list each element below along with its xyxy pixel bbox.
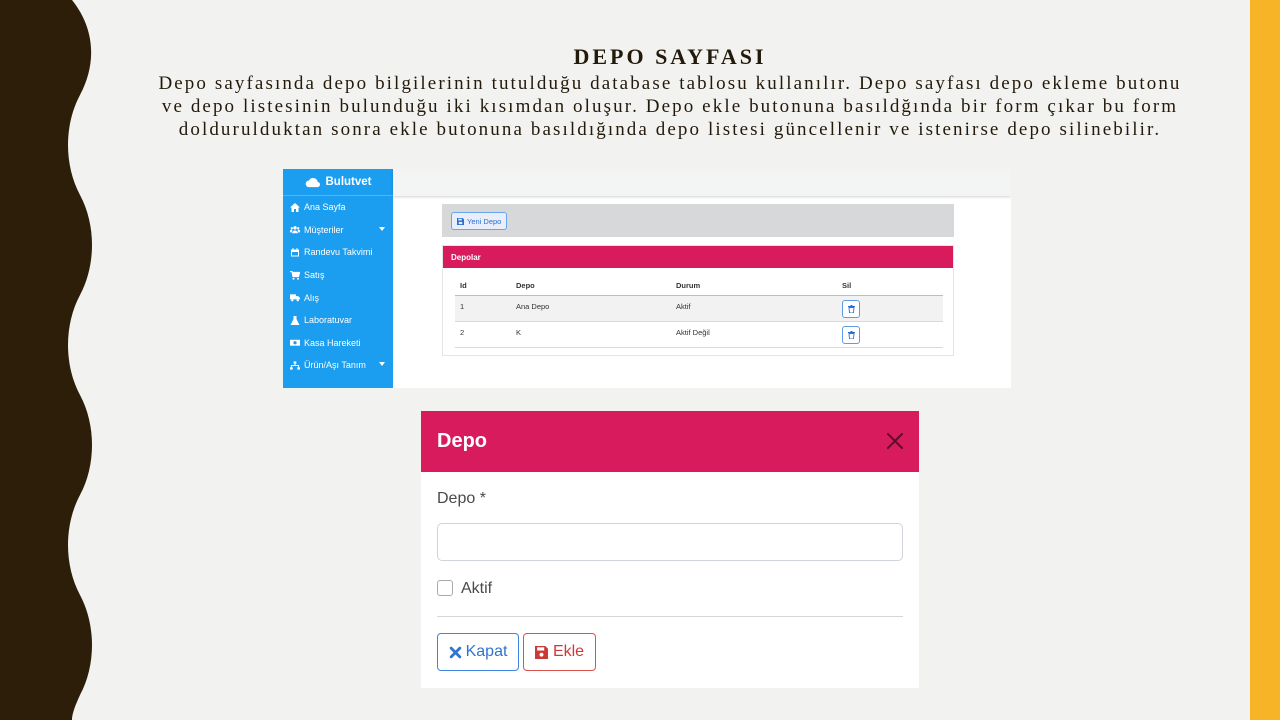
trash-icon — [847, 331, 855, 339]
depo-page-screenshot: Bulutvet Ana Sayfa Müşteriler Randevu Ta… — [283, 169, 1011, 388]
modal-header: Depo — [421, 411, 919, 472]
sidebar-item-laboratuvar[interactable]: Laboratuvar — [283, 309, 393, 332]
truck-icon — [290, 294, 300, 302]
calendar-icon — [291, 247, 299, 257]
right-accent-band — [1250, 0, 1280, 720]
sidebar-item-kasa-hareketi[interactable]: Kasa Hareketi — [283, 332, 393, 355]
trash-icon — [847, 305, 855, 313]
cart-icon — [290, 270, 300, 280]
sidebar-item-label: Satış — [304, 270, 325, 281]
table-header-row: Id Depo Durum Sil — [455, 276, 943, 296]
table-row: 2 K Aktif Değil — [455, 322, 943, 348]
users-icon — [290, 226, 300, 234]
close-button-label: Kapat — [465, 643, 508, 660]
sidebar-item-label: Randevu Takvimi — [304, 247, 373, 258]
cell-depo: Ana Depo — [516, 302, 550, 311]
times-icon — [449, 646, 461, 658]
delete-button[interactable] — [842, 300, 860, 318]
new-depo-button[interactable]: Yeni Depo — [451, 212, 508, 230]
sidebar-item-randevu-takvimi[interactable]: Randevu Takvimi — [283, 241, 393, 264]
sidebar-item-label: Laboratuvar — [304, 315, 353, 326]
close-button[interactable]: Kapat — [437, 633, 519, 671]
depo-field-label: Depo * — [437, 490, 486, 507]
brand-name: Bulutvet — [325, 176, 372, 188]
delete-button[interactable] — [842, 326, 860, 344]
column-header: Durum — [676, 281, 701, 290]
depo-table: Id Depo Durum Sil 1 Ana Depo Aktif 2 K A… — [455, 276, 943, 348]
column-header: Id — [460, 281, 467, 290]
sidebar-item-label: Ürün/Aşı Tanım — [304, 360, 366, 371]
home-icon — [290, 202, 300, 212]
sidebar-item-alis[interactable]: Alış — [283, 286, 393, 309]
cell-id: 1 — [460, 302, 465, 311]
sidebar-item-satis[interactable]: Satış — [283, 264, 393, 287]
column-header: Depo — [516, 281, 535, 290]
cell-depo: K — [516, 328, 522, 337]
list-title: Depolar — [443, 246, 953, 268]
cell-id: 2 — [460, 328, 465, 337]
add-button[interactable]: Ekle — [523, 633, 596, 671]
modal-title: Depo — [437, 430, 487, 452]
sidebar-item-label: Alış — [304, 292, 320, 303]
save-icon — [534, 645, 548, 659]
sidebar-item-label: Müşteriler — [304, 224, 344, 235]
sidebar: Bulutvet Ana Sayfa Müşteriler Randevu Ta… — [283, 169, 393, 388]
sidebar-item-label: Kasa Hareketi — [304, 337, 361, 348]
wavy-left-band — [0, 0, 92, 720]
slide-title: DEPO SAYFASI — [573, 44, 767, 69]
depo-list-card: Depolar Id Depo Durum Sil 1 Ana Depo Akt… — [442, 245, 954, 356]
sidebar-item-label: Ana Sayfa — [304, 202, 346, 213]
column-header: Sil — [842, 281, 852, 290]
divider — [437, 616, 903, 617]
sidebar-item-urun-asi-tanim[interactable]: Ürün/Aşı Tanım — [283, 354, 393, 377]
cell-durum: Aktif Değil — [676, 328, 710, 337]
depo-input[interactable] — [437, 523, 903, 561]
brand[interactable]: Bulutvet — [283, 169, 393, 196]
table-row: 1 Ana Depo Aktif — [455, 296, 943, 322]
money-icon — [290, 340, 300, 347]
save-icon — [457, 217, 464, 225]
top-bar — [393, 169, 1011, 196]
sitemap-icon — [290, 361, 300, 370]
add-button-label: Ekle — [552, 643, 585, 660]
toolbar-card: Yeni Depo — [442, 204, 954, 237]
depo-modal: Depo Depo * Aktif Kapat Ekle — [421, 411, 919, 688]
close-icon[interactable] — [885, 431, 905, 451]
caret-down-icon — [379, 226, 385, 231]
sidebar-item-musteriler[interactable]: Müşteriler — [283, 219, 393, 242]
new-depo-label: Yeni Depo — [467, 216, 502, 226]
cloud-icon — [305, 177, 320, 187]
slide-description: Depo sayfasında depo bilgilerinin tutuld… — [158, 73, 1182, 140]
sidebar-item-ana-sayfa[interactable]: Ana Sayfa — [283, 196, 393, 219]
aktif-checkbox[interactable] — [437, 580, 453, 596]
flask-icon — [290, 315, 300, 325]
cell-durum: Aktif — [676, 302, 691, 311]
caret-down-icon — [379, 362, 385, 367]
aktif-checkbox-label: Aktif — [461, 580, 493, 597]
